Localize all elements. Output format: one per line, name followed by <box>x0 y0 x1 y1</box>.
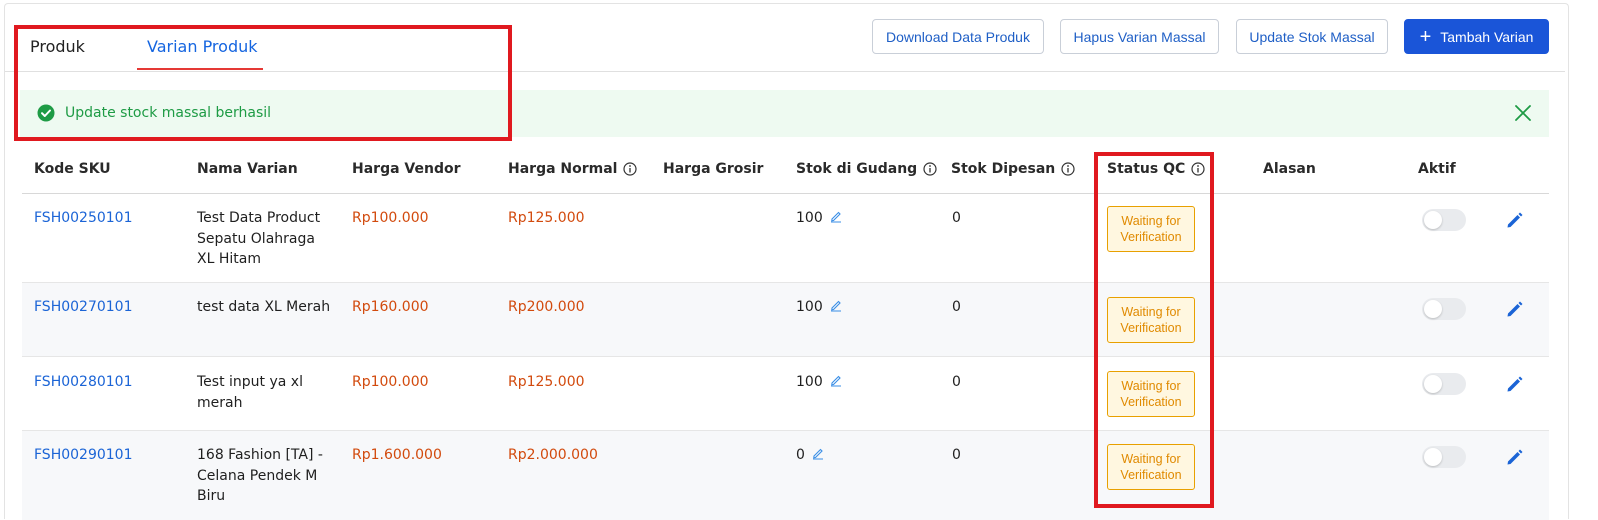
harga-normal: Rp125.000 <box>508 210 585 226</box>
plus-icon: + <box>1419 25 1432 48</box>
edit-stock-icon[interactable] <box>829 373 843 387</box>
nama-varian: Test Data Product Sepatu Olahraga XL Hitam <box>197 210 321 267</box>
sku-link[interactable]: FSH00280101 <box>34 372 132 393</box>
header-harga-grosir: Harga Grosir <box>663 161 764 177</box>
harga-normal: Rp2.000.000 <box>508 447 598 463</box>
aktif-toggle[interactable] <box>1422 446 1466 468</box>
edit-pencil-icon[interactable] <box>1505 447 1525 467</box>
highlight-box-status-qc <box>1094 152 1214 508</box>
header-stok-di-gudang: Stok di Gudang <box>796 161 937 177</box>
harga-vendor: Rp100.000 <box>352 210 429 226</box>
harga-vendor: Rp1.600.000 <box>352 447 442 463</box>
nama-varian: 168 Fashion [TA] - Celana Pendek M Biru <box>197 447 323 504</box>
sku-link[interactable]: FSH00250101 <box>34 208 132 229</box>
nama-varian: test data XL Merah <box>197 299 331 315</box>
highlight-box-tabs-alert <box>14 25 512 141</box>
stok-gudang: 100 <box>796 297 843 318</box>
edit-stock-icon[interactable] <box>829 298 843 312</box>
stok-dipesan: 0 <box>952 299 961 315</box>
sku-link[interactable]: FSH00270101 <box>34 297 132 318</box>
close-icon[interactable] <box>1514 104 1532 122</box>
tambah-varian-label: Tambah Varian <box>1440 28 1534 45</box>
table-row <box>22 283 1549 357</box>
header-nama-varian: Nama Varian <box>197 161 298 177</box>
aktif-toggle[interactable] <box>1422 209 1466 231</box>
update-stok-massal-button[interactable]: Update Stok Massal <box>1236 19 1388 54</box>
harga-vendor: Rp100.000 <box>352 374 429 390</box>
edit-pencil-icon[interactable] <box>1505 210 1525 230</box>
edit-pencil-icon[interactable] <box>1505 374 1525 394</box>
info-icon[interactable] <box>623 162 638 176</box>
header-stok-dipesan: Stok Dipesan <box>951 161 1075 177</box>
edit-stock-icon[interactable] <box>829 209 843 223</box>
nama-varian: Test input ya xl merah <box>197 374 303 411</box>
stok-dipesan: 0 <box>952 210 961 226</box>
header-aktif: Aktif <box>1418 161 1456 177</box>
harga-normal: Rp200.000 <box>508 299 585 315</box>
info-icon[interactable] <box>923 162 937 176</box>
sku-link[interactable]: FSH00290101 <box>34 445 132 466</box>
header-alasan: Alasan <box>1263 161 1316 177</box>
info-icon[interactable] <box>1061 162 1075 176</box>
tambah-varian-button[interactable]: + Tambah Varian <box>1404 19 1549 54</box>
stok-dipesan: 0 <box>952 447 961 463</box>
harga-normal: Rp125.000 <box>508 374 585 390</box>
header-kode-sku: Kode SKU <box>34 161 111 177</box>
download-data-produk-button[interactable]: Download Data Produk <box>872 19 1044 54</box>
stok-gudang: 100 <box>796 372 843 393</box>
stok-gudang: 0 <box>796 445 825 466</box>
header-harga-normal: Harga Normal <box>508 161 638 177</box>
stok-gudang: 100 <box>796 208 843 229</box>
stok-dipesan: 0 <box>952 374 961 390</box>
aktif-toggle[interactable] <box>1422 298 1466 320</box>
edit-pencil-icon[interactable] <box>1505 299 1525 319</box>
header-harga-vendor: Harga Vendor <box>352 161 461 177</box>
aktif-toggle[interactable] <box>1422 373 1466 395</box>
hapus-varian-massal-button[interactable]: Hapus Varian Massal <box>1060 19 1219 54</box>
edit-stock-icon[interactable] <box>811 446 825 460</box>
harga-vendor: Rp160.000 <box>352 299 429 315</box>
